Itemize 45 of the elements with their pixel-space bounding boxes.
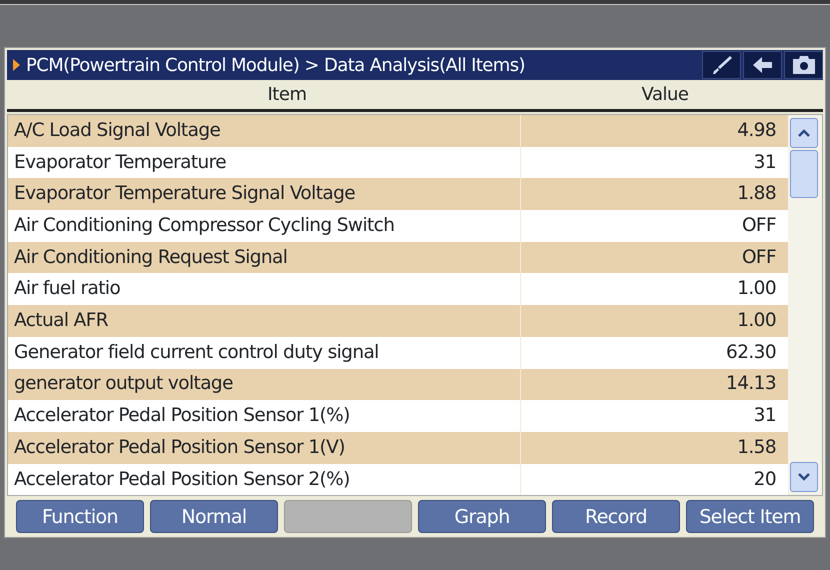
item-value: 20 — [754, 468, 776, 490]
back-button[interactable] — [743, 51, 782, 79]
item-name: Accelerator Pedal Position Sensor 1(%) — [14, 404, 350, 428]
item-value: 31 — [754, 405, 776, 426]
item-value: 31 — [754, 152, 776, 173]
item-name: Evaporator Temperature Signal Voltage — [14, 182, 356, 206]
item-value: 1.88 — [737, 183, 776, 204]
item-value: 14.13 — [726, 373, 776, 394]
column-header: Value — [642, 84, 688, 105]
item-value: OFF — [742, 215, 776, 236]
item-name: Evaporator Temperature — [14, 150, 226, 175]
item-name: Generator field current control duty signal — [14, 340, 379, 365]
item-name: generator output voltage — [14, 372, 233, 396]
breadcrumb-title: PCM(Powertrain Control Module) > Data Analysis(All Items) — [26, 54, 525, 78]
scrollbar[interactable] — [788, 115, 822, 496]
item-value: 1.00 — [737, 310, 776, 332]
item-value: OFF — [742, 246, 776, 268]
scroll-thumb[interactable] — [790, 150, 818, 198]
item-name: Air fuel ratio — [14, 277, 120, 302]
function-button[interactable]: Normal — [150, 500, 278, 534]
item-name: Accelerator Pedal Position Sensor 1(V) — [14, 436, 345, 460]
item-name: Accelerator Pedal Position Sensor 2(%) — [14, 468, 350, 492]
scroll-down-button[interactable] — [790, 462, 818, 492]
function-button[interactable]: Record — [552, 500, 680, 534]
function-button[interactable]: Function — [16, 500, 144, 534]
camera-button[interactable] — [784, 51, 823, 79]
brush-button[interactable] — [702, 51, 741, 79]
down-chevron-icon — [798, 473, 810, 482]
item-value: 62.30 — [726, 342, 776, 363]
camera-icon — [792, 56, 814, 74]
scroll-up-button[interactable] — [790, 118, 818, 148]
up-chevron-icon — [798, 129, 810, 137]
item-name: A/C Load Signal Voltage — [14, 118, 220, 143]
item-value: 4.98 — [737, 120, 776, 141]
caret-icon — [13, 59, 20, 71]
item-value: 1.00 — [737, 278, 776, 300]
item-name: Actual AFR — [14, 309, 108, 334]
brush-icon — [710, 54, 732, 76]
column-header: Item — [268, 84, 306, 105]
item-name: Air Conditioning Request Signal — [14, 246, 288, 270]
function-button[interactable]: Select Item — [686, 500, 814, 534]
function-button[interactable]: Graph — [418, 500, 546, 534]
item-name: Air Conditioning Compressor Cycling Switch — [14, 214, 394, 238]
item-value: 1.58 — [737, 436, 776, 458]
left-arrow-icon — [752, 56, 772, 74]
